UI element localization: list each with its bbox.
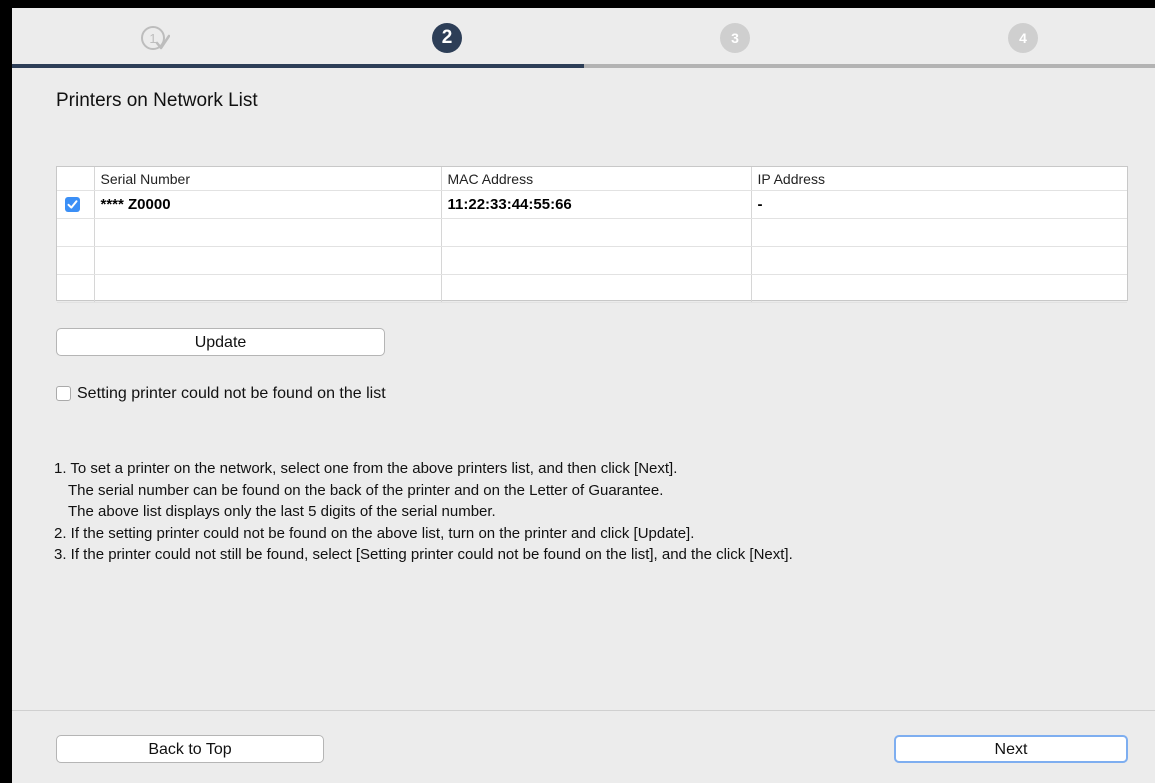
instruction-line: The above list displays only the last 5 … <box>68 503 496 520</box>
next-button[interactable]: Next <box>894 735 1128 763</box>
instruction-line: 1. To set a printer on the network, sele… <box>54 460 678 477</box>
ip-address-cell: - <box>751 190 1127 219</box>
ip-address-header: IP Address <box>751 167 1127 191</box>
instructions: 1. To set a printer on the network, sele… <box>54 458 793 566</box>
footer-divider <box>12 710 1155 711</box>
step-1-completed: 1 <box>140 23 170 53</box>
empty-table-row[interactable] <box>57 218 1127 247</box>
row-select-cell[interactable] <box>57 190 95 219</box>
select-column-header <box>57 167 95 191</box>
instruction-line: 3. If the printer could not still be fou… <box>54 546 793 563</box>
serial-number-header: Serial Number <box>94 167 442 191</box>
row-checkbox[interactable] <box>65 197 80 212</box>
update-button[interactable]: Update <box>56 328 385 356</box>
table-header-row: Serial Number MAC Address IP Address <box>57 167 1127 191</box>
page-title: Printers on Network List <box>56 90 258 111</box>
svg-text:1: 1 <box>149 31 156 46</box>
serial-number-cell: **** Z0000 <box>94 190 442 219</box>
table-row[interactable]: **** Z0000 11:22:33:44:55:66 - <box>57 190 1127 219</box>
setup-window: 1 2 3 4 Printers on Network List Serial … <box>12 8 1155 783</box>
checkmark-icon <box>67 200 78 209</box>
check-circle-icon: 1 <box>141 26 170 50</box>
back-to-top-button[interactable]: Back to Top <box>56 735 324 763</box>
empty-table-row[interactable] <box>57 274 1127 303</box>
instruction-line: The serial number can be found on the ba… <box>68 481 664 499</box>
progress-track <box>12 64 1155 68</box>
empty-table-row[interactable] <box>57 246 1127 275</box>
printer-not-found-label[interactable]: Setting printer could not be found on th… <box>77 385 386 402</box>
printer-not-found-option[interactable]: Setting printer could not be found on th… <box>56 385 386 403</box>
mac-address-header: MAC Address <box>441 167 752 191</box>
instruction-line: 2. If the setting printer could not be f… <box>54 524 695 542</box>
step-2-current: 2 <box>432 23 462 53</box>
printer-not-found-checkbox[interactable] <box>56 386 71 401</box>
mac-address-cell: 11:22:33:44:55:66 <box>441 190 752 219</box>
progress-fill <box>12 64 584 68</box>
step-indicator: 1 2 3 4 <box>12 8 1155 72</box>
printer-table: Serial Number MAC Address IP Address ***… <box>56 166 1128 303</box>
step-4: 4 <box>1008 23 1038 53</box>
step-3: 3 <box>720 23 750 53</box>
